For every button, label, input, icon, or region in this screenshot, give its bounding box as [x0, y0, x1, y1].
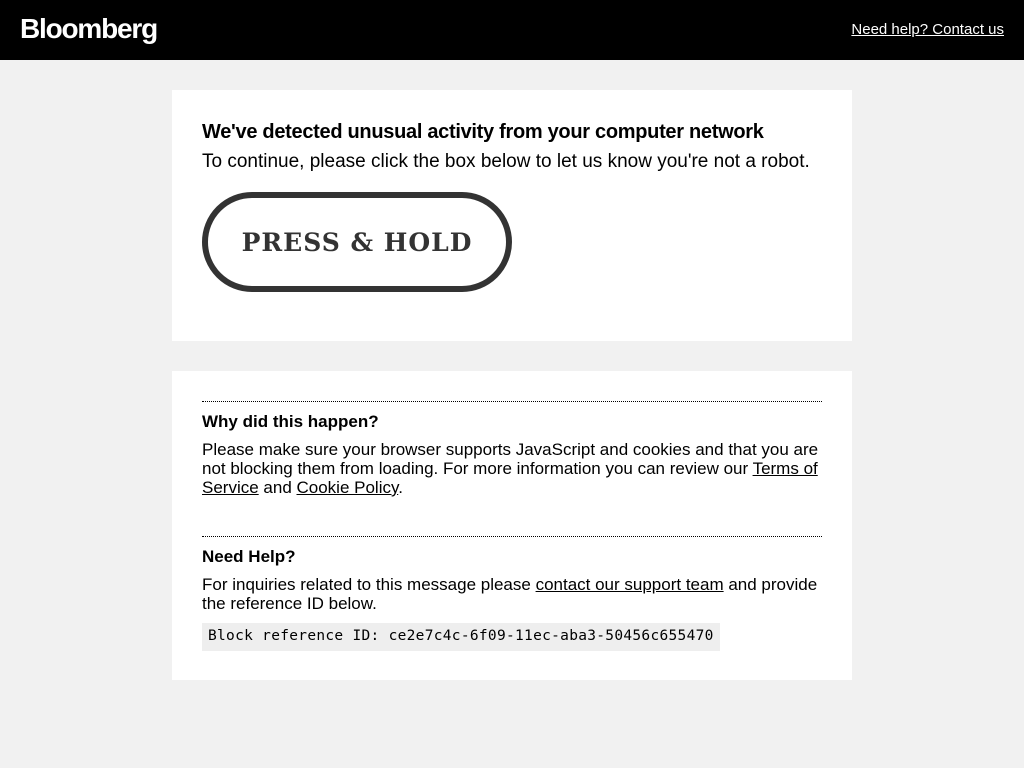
why-text-part-2: and [258, 478, 297, 497]
cookie-policy-link[interactable]: Cookie Policy [297, 478, 399, 497]
contact-us-link[interactable]: Need help? Contact us [851, 20, 1004, 40]
why-title: Why did this happen? [202, 412, 379, 431]
need-help-text: For inquiries related to this message pl… [202, 575, 822, 613]
challenge-card: We've detected unusual activity from you… [172, 90, 852, 341]
top-bar: Bloomberg Need help? Contact us [0, 0, 1024, 60]
challenge-heading: We've detected unusual activity from you… [202, 121, 764, 143]
need-help-title: Need Help? [202, 547, 296, 566]
why-text-part-3: . [398, 478, 403, 497]
contact-support-link[interactable]: contact our support team [536, 575, 724, 594]
challenge-subtext: To continue, please click the box below … [202, 151, 810, 172]
press-and-hold-label: PRESS & HOLD [241, 227, 473, 257]
block-reference-id: Block reference ID: ce2e7c4c-6f09-11ec-a… [202, 623, 720, 651]
info-card: Why did this happen? Please make sure yo… [172, 371, 852, 680]
why-text-part-1: Please make sure your browser supports J… [202, 440, 819, 478]
press-and-hold-button[interactable]: PRESS & HOLD [202, 192, 512, 292]
need-help-section: Need Help? For inquiries related to this… [202, 536, 822, 651]
need-help-text-part-1: For inquiries related to this message pl… [202, 575, 536, 594]
bloomberg-logo[interactable]: Bloomberg [20, 11, 158, 47]
why-text: Please make sure your browser supports J… [202, 440, 822, 497]
why-section: Why did this happen? Please make sure yo… [202, 401, 822, 497]
